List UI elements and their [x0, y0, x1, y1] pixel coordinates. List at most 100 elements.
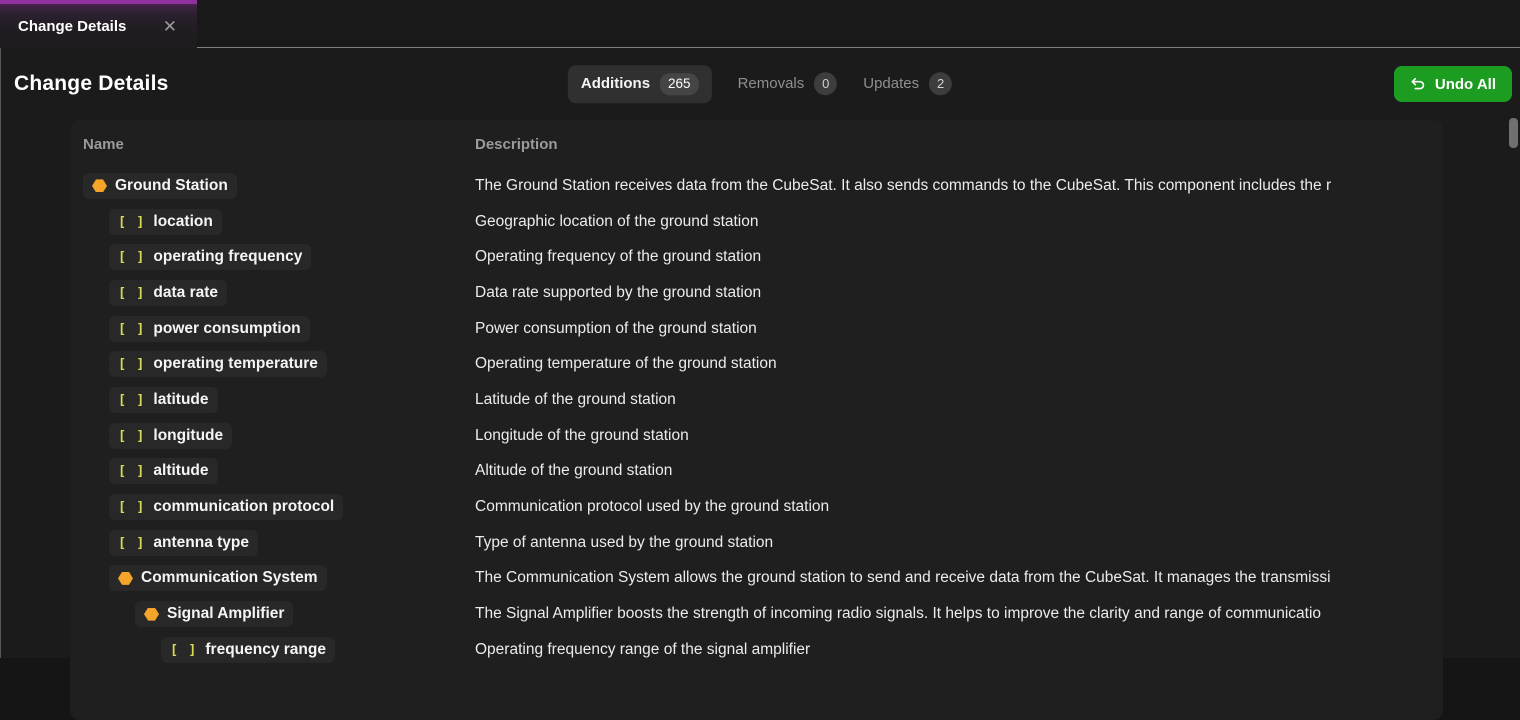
table-row[interactable]: [ ] latitude Latitude of the ground stat…	[83, 382, 1443, 418]
table-header-row: Name Description	[83, 136, 1443, 168]
table-row[interactable]: [ ] longitude Longitude of the ground st…	[83, 418, 1443, 454]
row-name-pill[interactable]: [ ] latitude	[109, 386, 218, 413]
row-name-pill[interactable]: [ ] altitude	[109, 458, 218, 485]
row-icon-slot: [ ]	[118, 321, 145, 337]
row-label: operating temperature	[153, 355, 318, 373]
tab-change-details-label: Change Details	[18, 17, 127, 35]
row-icon-slot	[92, 179, 107, 193]
component-hexagon-icon	[118, 571, 133, 585]
removals-count-badge: 0	[814, 72, 838, 96]
table-row[interactable]: Ground Station The Ground Station receiv…	[83, 168, 1443, 204]
array-brackets-icon: [ ]	[118, 534, 146, 551]
row-icon-slot	[144, 607, 159, 621]
row-name-cell: [ ] operating frequency	[83, 244, 475, 271]
row-name-pill[interactable]: [ ] power consumption	[109, 315, 310, 342]
tree-rows-container: Ground Station The Ground Station receiv…	[83, 168, 1443, 668]
row-name-pill[interactable]: [ ] data rate	[109, 279, 228, 306]
row-description: Operating temperature of the ground stat…	[475, 355, 777, 373]
change-details-panel: Name Description Ground Station The Grou…	[70, 120, 1443, 720]
table-row[interactable]: [ ] altitude Altitude of the ground stat…	[83, 454, 1443, 490]
array-brackets-icon: [ ]	[118, 249, 146, 266]
tab-updates-label: Updates	[863, 75, 920, 93]
row-label: Signal Amplifier	[167, 605, 285, 623]
undo-all-label: Undo All	[1434, 75, 1496, 93]
row-name-cell: Signal Amplifier	[83, 601, 475, 628]
updates-count-badge: 2	[929, 72, 953, 96]
row-icon-slot: [ ]	[118, 463, 145, 479]
row-description: The Signal Amplifier boosts the strength…	[475, 605, 1322, 623]
row-label: Ground Station	[115, 176, 228, 194]
document-tab-bar: Change Details ✕	[0, 0, 1520, 48]
row-label: data rate	[153, 283, 219, 301]
table-row[interactable]: [ ] operating frequency Operating freque…	[83, 239, 1443, 275]
row-name-pill[interactable]: Communication System	[109, 565, 327, 592]
row-description: Type of antenna used by the ground stati…	[475, 533, 774, 551]
row-name-cell: [ ] longitude	[83, 422, 475, 449]
row-icon-slot: [ ]	[170, 642, 197, 658]
row-label: longitude	[153, 426, 224, 444]
row-name-cell: [ ] latitude	[83, 386, 475, 413]
array-brackets-icon: [ ]	[118, 427, 146, 444]
row-description: Altitude of the ground station	[475, 462, 673, 480]
row-name-pill[interactable]: [ ] communication protocol	[109, 494, 344, 521]
tab-removals[interactable]: Removals 0	[737, 72, 838, 96]
row-icon-slot: [ ]	[118, 356, 145, 372]
row-name-pill[interactable]: [ ] operating frequency	[109, 244, 312, 271]
page-title: Change Details	[14, 72, 169, 95]
table-row[interactable]: Communication System The Communication S…	[83, 561, 1443, 597]
row-name-pill[interactable]: [ ] operating temperature	[109, 351, 327, 378]
page-header: Change Details Additions 265 Removals 0 …	[0, 48, 1520, 120]
table-row[interactable]: Signal Amplifier The Signal Amplifier bo…	[83, 596, 1443, 632]
additions-count-badge: 265	[660, 73, 699, 95]
row-label: operating frequency	[153, 248, 303, 266]
table-row[interactable]: [ ] data rate Data rate supported by the…	[83, 275, 1443, 311]
row-icon-slot: [ ]	[118, 428, 145, 444]
table-row[interactable]: [ ] location Geographic location of the …	[83, 204, 1443, 240]
array-brackets-icon: [ ]	[118, 213, 146, 230]
row-name-pill[interactable]: [ ] antenna type	[109, 529, 258, 556]
row-icon-slot	[118, 571, 133, 585]
window-left-border	[0, 48, 1, 658]
close-icon[interactable]: ✕	[161, 16, 179, 37]
row-name-pill[interactable]: [ ] frequency range	[161, 636, 335, 663]
row-icon-slot: [ ]	[118, 214, 145, 230]
row-label: location	[153, 212, 213, 230]
array-brackets-icon: [ ]	[118, 463, 146, 480]
row-icon-slot: [ ]	[118, 392, 145, 408]
column-header-name: Name	[83, 136, 124, 153]
row-name-pill[interactable]: [ ] location	[109, 208, 222, 235]
row-name-cell: [ ] frequency range	[83, 636, 475, 663]
row-name-cell: [ ] operating temperature	[83, 351, 475, 378]
array-brackets-icon: [ ]	[170, 641, 198, 658]
table-row[interactable]: [ ] frequency range Operating frequency …	[83, 632, 1443, 668]
change-filter-tabs: Additions 265 Removals 0 Updates 2	[567, 65, 953, 103]
array-brackets-icon: [ ]	[118, 284, 146, 301]
row-name-cell: [ ] data rate	[83, 279, 475, 306]
row-name-pill[interactable]: [ ] longitude	[109, 422, 233, 449]
tab-additions[interactable]: Additions 265	[567, 65, 712, 103]
table-row[interactable]: [ ] communication protocol Communication…	[83, 489, 1443, 525]
row-label: altitude	[153, 462, 209, 480]
row-description: Data rate supported by the ground statio…	[475, 283, 762, 301]
tab-additions-label: Additions	[580, 75, 651, 93]
tab-removals-label: Removals	[737, 75, 805, 93]
array-brackets-icon: [ ]	[118, 320, 146, 337]
row-name-pill[interactable]: Signal Amplifier	[135, 601, 294, 628]
row-name-cell: [ ] altitude	[83, 458, 475, 485]
array-brackets-icon: [ ]	[118, 356, 146, 373]
row-name-pill[interactable]: Ground Station	[83, 172, 237, 199]
tab-updates[interactable]: Updates 2	[863, 72, 953, 96]
row-description: Latitude of the ground station	[475, 390, 676, 408]
tab-change-details[interactable]: Change Details ✕	[0, 0, 197, 48]
undo-all-button[interactable]: Undo All	[1393, 66, 1512, 102]
component-hexagon-icon	[144, 607, 159, 621]
row-description: Power consumption of the ground station	[475, 319, 757, 337]
component-hexagon-icon	[92, 179, 107, 193]
row-label: Communication System	[141, 569, 318, 587]
row-name-cell: Communication System	[83, 565, 475, 592]
vertical-scrollbar-thumb[interactable]	[1509, 118, 1518, 148]
table-row[interactable]: [ ] antenna type Type of antenna used by…	[83, 525, 1443, 561]
table-row[interactable]: [ ] power consumption Power consumption …	[83, 311, 1443, 347]
table-row[interactable]: [ ] operating temperature Operating temp…	[83, 346, 1443, 382]
row-description: Operating frequency range of the signal …	[475, 640, 811, 658]
